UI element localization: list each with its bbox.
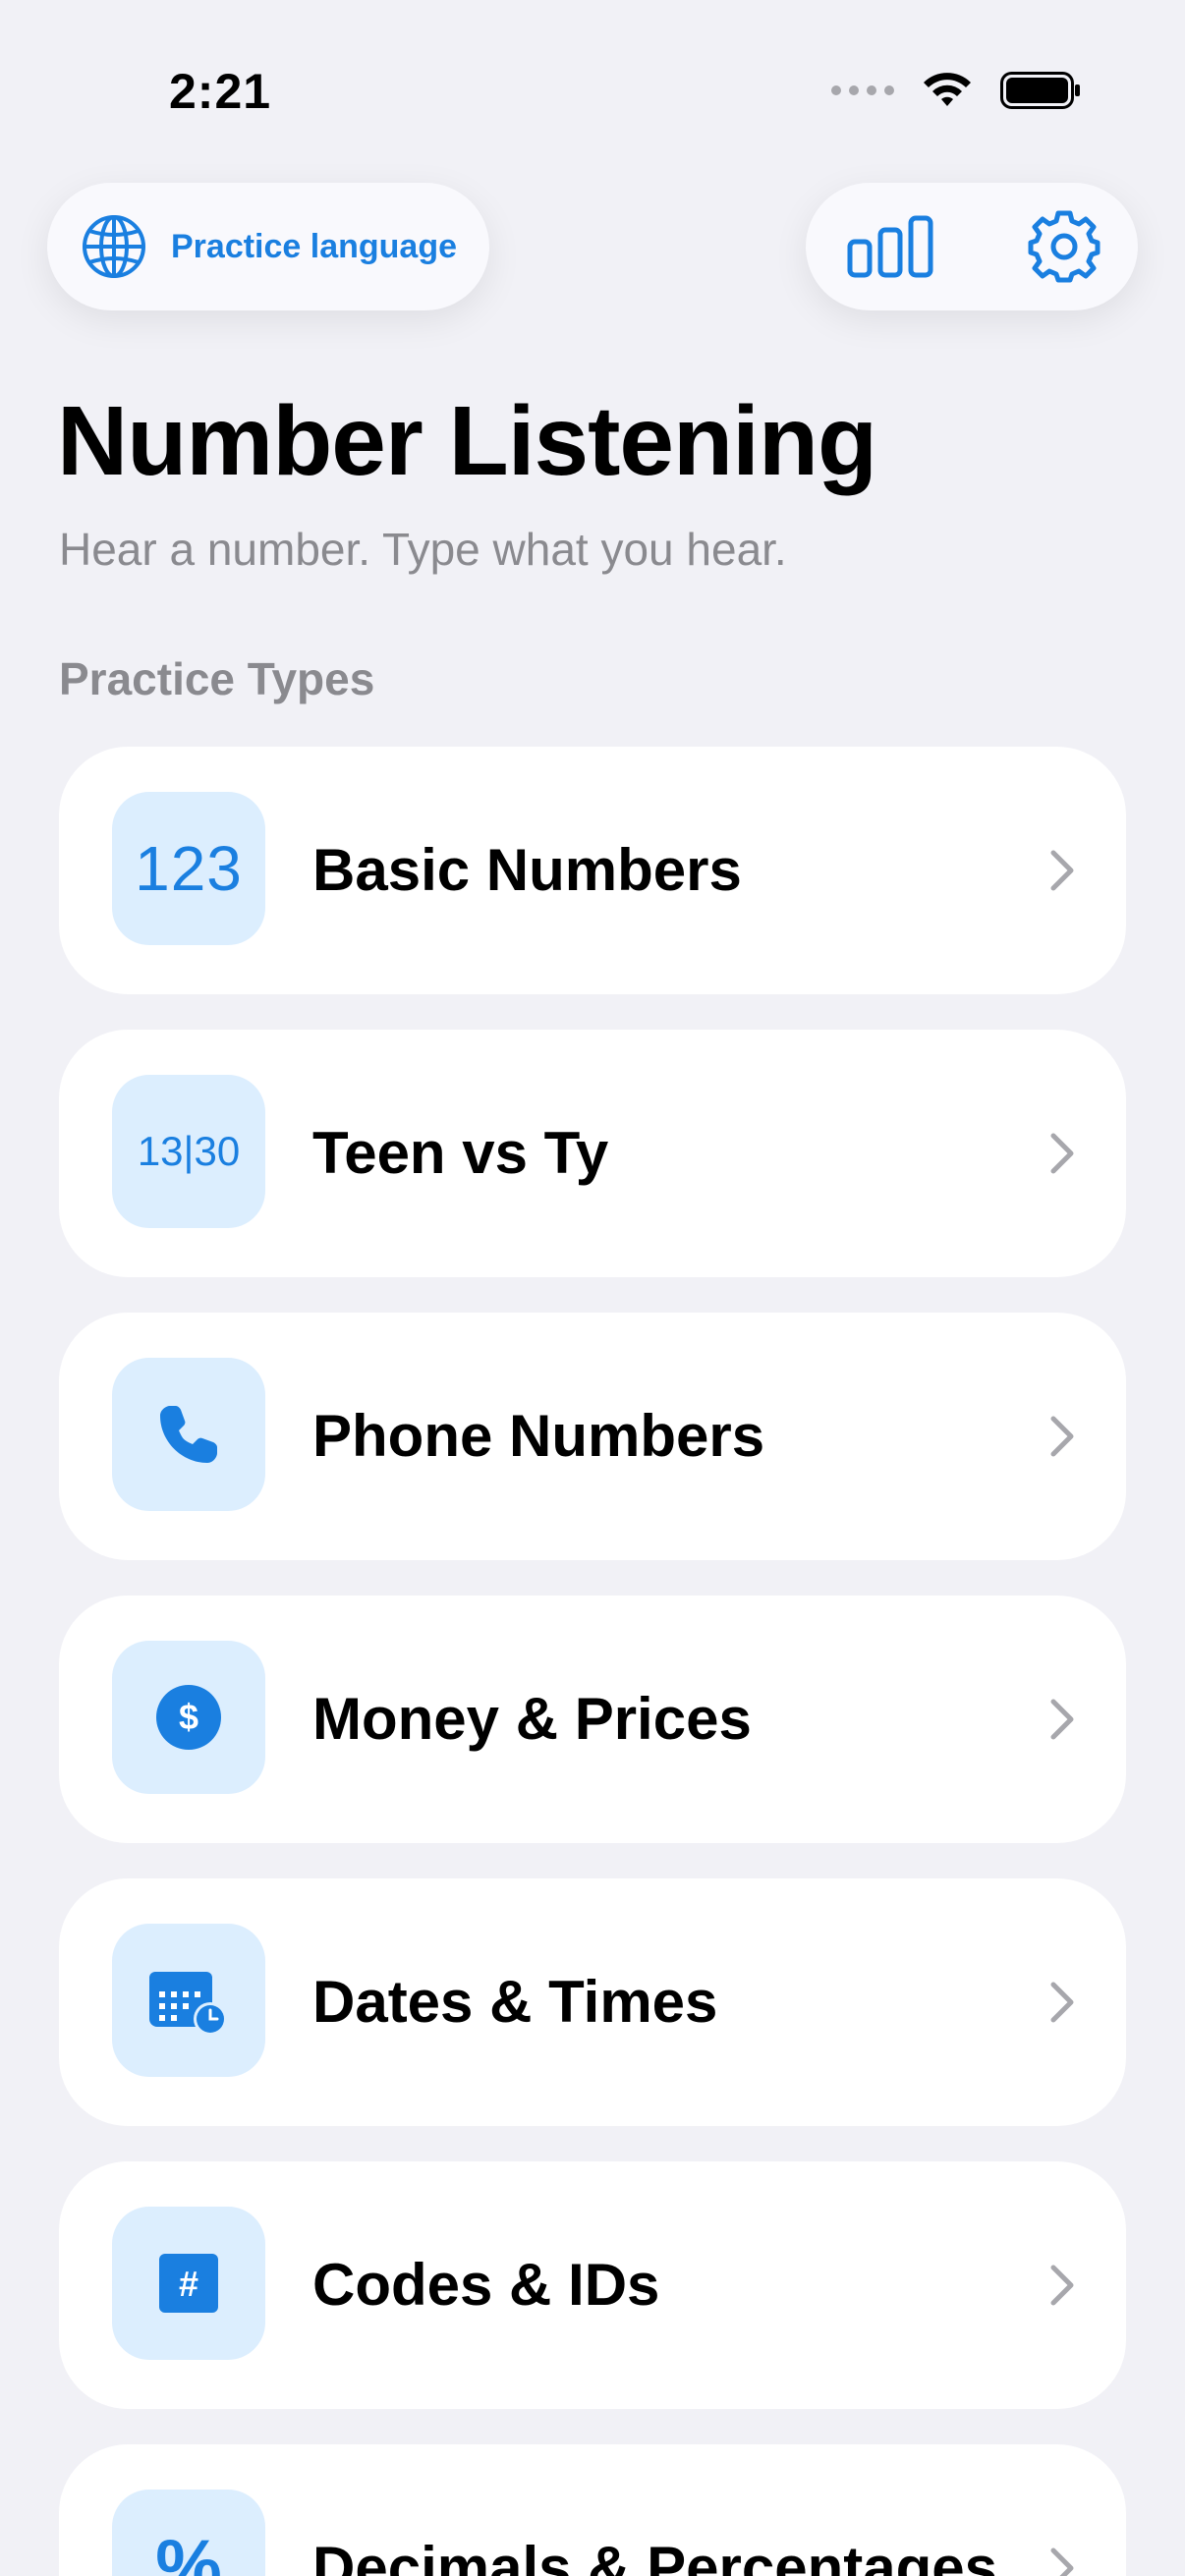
chevron-right-icon — [1050, 2548, 1074, 2576]
calendar-clock-icon — [112, 1924, 265, 2077]
wifi-icon — [924, 73, 971, 106]
chevron-right-icon — [1050, 1133, 1074, 1174]
phone-icon — [112, 1358, 265, 1511]
practice-type-label: Teen vs Ty — [312, 1120, 609, 1186]
chevron-right-icon — [1050, 1416, 1074, 1457]
practice-type-decimals-percentages[interactable]: % Decimals & Percentages — [59, 2444, 1126, 2576]
percent-icon: % — [112, 2490, 265, 2576]
section-header: Practice Types — [59, 653, 375, 704]
practice-type-label: Dates & Times — [312, 1969, 718, 2035]
percent-sign: % — [155, 2524, 222, 2576]
practice-type-dates-times[interactable]: Dates & Times — [59, 1878, 1126, 2126]
practice-type-money-prices[interactable]: $ Money & Prices — [59, 1596, 1126, 1843]
battery-icon — [1000, 72, 1080, 109]
hashtag-sign: # — [179, 2264, 198, 2304]
dollar-sign: $ — [179, 1697, 198, 1737]
teen-vs-ty-icon-text: 13|30 — [137, 1128, 241, 1174]
practice-language-label: Practice language — [171, 227, 458, 265]
practice-type-teen-vs-ty[interactable]: 13|30 Teen vs Ty — [59, 1030, 1126, 1277]
chevron-right-icon — [1050, 2265, 1074, 2306]
practice-type-label: Decimals & Percentages — [312, 2535, 998, 2576]
teen-vs-ty-icon: 13|30 — [112, 1075, 265, 1228]
status-indicators — [831, 71, 1081, 110]
dollar-circle-icon: $ — [112, 1641, 265, 1794]
practice-language-button[interactable]: Practice language — [47, 183, 489, 310]
stats-button[interactable] — [845, 214, 935, 279]
toolbar-actions — [806, 183, 1138, 310]
practice-type-basic-numbers[interactable]: 123 Basic Numbers — [59, 747, 1126, 994]
practice-type-label: Codes & IDs — [312, 2252, 660, 2318]
screen: 2:21 Practice language Number Listening … — [0, 0, 1185, 2576]
hashtag-square-icon: # — [112, 2207, 265, 2360]
chevron-right-icon — [1050, 1982, 1074, 2023]
phone-glyph — [160, 1406, 217, 1463]
123-icon-text: 123 — [135, 833, 243, 904]
practice-type-codes-ids[interactable]: # Codes & IDs — [59, 2161, 1126, 2409]
chevron-right-icon — [1050, 850, 1074, 891]
practice-type-label: Basic Numbers — [312, 837, 742, 903]
page-subtitle: Hear a number. Type what you hear. — [59, 524, 787, 575]
settings-button[interactable] — [1028, 210, 1100, 283]
globe-icon — [83, 215, 145, 278]
practice-type-label: Phone Numbers — [312, 1403, 765, 1469]
cellular-signal-icon — [831, 85, 894, 95]
practice-type-phone-numbers[interactable]: Phone Numbers — [59, 1313, 1126, 1560]
123-icon: 123 — [112, 792, 265, 945]
status-time: 2:21 — [169, 64, 272, 119]
practice-type-label: Money & Prices — [312, 1686, 752, 1752]
chevron-right-icon — [1050, 1699, 1074, 1740]
page-title: Number Listening — [57, 386, 877, 496]
